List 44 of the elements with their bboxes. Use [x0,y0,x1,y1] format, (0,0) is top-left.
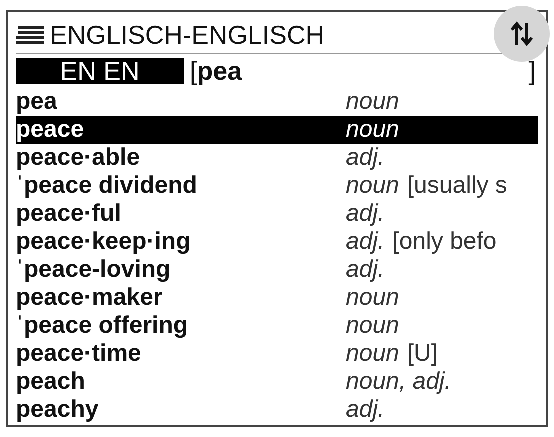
headword: ˈpeace dividend [16,174,198,198]
headword: peace·ful [16,202,122,226]
headword: peace·keep·ing [16,230,192,254]
usage-note: [only befo [392,230,497,254]
entry-row[interactable]: peace·ful adj. [16,200,538,228]
entry-row[interactable]: peace noun [16,116,538,144]
entry-row[interactable]: pea noun [16,88,538,116]
part-of-speech: noun [346,314,400,338]
entry-row[interactable]: ˈpeace offering noun [16,312,538,340]
headword: peace·time [16,342,142,366]
part-of-speech: noun [346,90,400,114]
entry-row[interactable]: peachy adj. [16,396,538,424]
part-of-speech: noun, adj. [346,370,452,394]
headword: peachy [16,398,100,422]
headword: peach [16,370,86,394]
entry-row[interactable]: ˈpeace dividend noun [usually s [16,172,538,200]
part-of-speech: adj. [346,258,385,282]
part-of-speech: adj. [346,230,385,254]
entry-row[interactable]: peace·keep·ing adj. [only befo [16,228,538,256]
search-field[interactable]: [pea ] [184,58,538,84]
usage-note: [U] [407,342,438,366]
part-of-speech: adj. [346,398,385,422]
entry-row[interactable]: peach noun, adj. [16,368,538,396]
part-of-speech: noun [346,118,400,142]
window-title: ENGLISCH-ENGLISCH [50,22,324,48]
part-of-speech: adj. [346,202,385,226]
entry-row[interactable]: ˈpeace-loving adj. [16,256,538,284]
entry-row[interactable]: peace·time noun [U] [16,340,538,368]
headword: peace·maker [16,286,164,310]
menu-icon [16,24,44,46]
mode-label: EN EN [16,58,184,84]
headword: peace·able [16,146,142,170]
headword: ˈpeace-loving [16,258,172,282]
entry-row[interactable]: peace·able adj. [16,144,538,172]
headword: pea [16,90,58,114]
entry-row[interactable]: peace·maker noun [16,284,538,312]
part-of-speech: noun [346,342,400,366]
up-down-arrows-icon [510,21,534,47]
part-of-speech: noun [346,174,400,198]
usage-note: [usually s [407,174,508,198]
headword: ˈpeace offering [16,314,190,338]
part-of-speech: noun [346,286,400,310]
headword: peace [16,118,86,142]
part-of-speech: adj. [346,146,385,170]
